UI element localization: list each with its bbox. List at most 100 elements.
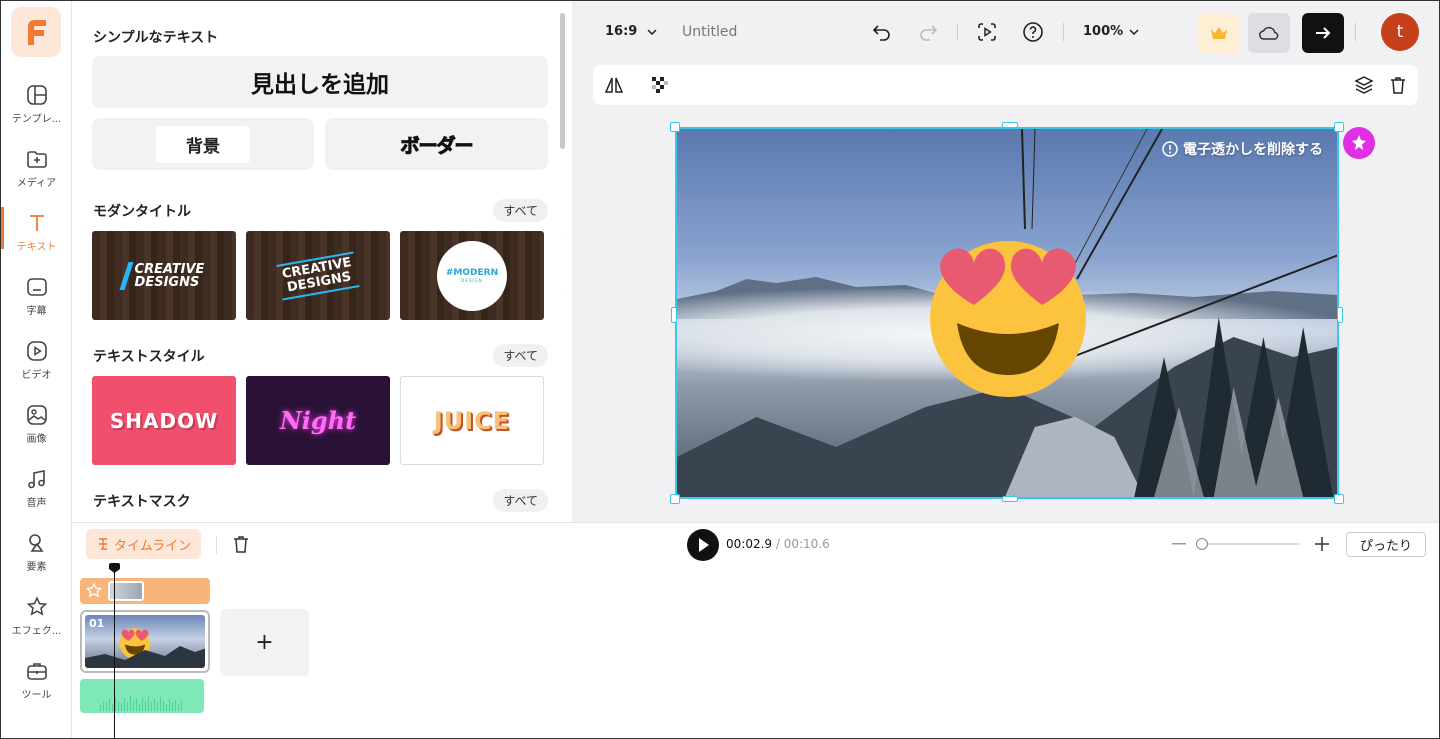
rail-label: メディア <box>16 178 57 189</box>
section-title-modern: モダンタイトル <box>93 204 191 220</box>
border-label: ボーダー <box>400 134 474 157</box>
rail-label: 要素 <box>26 562 47 573</box>
text-style-card-night[interactable]: Night <box>246 376 390 465</box>
background-text-button[interactable]: 背景 <box>92 118 314 170</box>
undo-icon[interactable] <box>872 22 892 42</box>
layers-icon[interactable] <box>1354 75 1374 95</box>
add-clip-button[interactable]: + <box>220 609 309 676</box>
see-all-modern-button[interactable]: すべて <box>493 199 548 222</box>
preview-icon[interactable] <box>976 21 998 43</box>
card-text: #MODERN <box>445 268 499 278</box>
section-title-simple: シンプルなテキスト <box>93 30 219 46</box>
cloud-save-button[interactable] <box>1248 13 1290 53</box>
heart-eyes-emoji-sticker[interactable] <box>927 235 1089 397</box>
resize-handle[interactable] <box>1337 307 1343 323</box>
resize-handle[interactable] <box>1334 494 1344 504</box>
play-icon <box>699 538 709 552</box>
redo-icon[interactable] <box>918 22 938 42</box>
rail-item-media[interactable]: メディア <box>1 147 72 203</box>
accent-bar <box>118 261 134 290</box>
cloud-icon <box>1259 26 1279 40</box>
project-name[interactable]: Untitled <box>682 24 737 40</box>
modern-title-card[interactable]: CREATIVE DESIGNS <box>92 231 236 320</box>
rail-item-tools[interactable]: ツール <box>1 659 72 715</box>
see-all-style-button[interactable]: すべて <box>493 344 548 367</box>
media-add-icon <box>26 151 47 168</box>
aspect-ratio-value: 16:9 <box>605 24 638 39</box>
modern-title-card[interactable]: #MODERN DESIGN <box>400 231 544 320</box>
text-icon <box>29 215 44 231</box>
section-title-style: テキストスタイル <box>93 349 205 365</box>
remove-watermark-link[interactable]: 電子透かしを削除する <box>1162 139 1323 159</box>
background-label: 背景 <box>156 125 250 163</box>
see-all-mask-button[interactable]: すべて <box>493 489 548 512</box>
template-icon <box>26 85 47 105</box>
video-track-clip[interactable]: 01 <box>80 610 210 673</box>
crown-icon <box>1211 27 1227 39</box>
zoom-out-icon[interactable] <box>1172 543 1186 545</box>
trash-icon[interactable] <box>1388 75 1408 95</box>
video-canvas[interactable]: 電子透かしを削除する <box>675 127 1339 499</box>
divider <box>957 23 958 41</box>
avatar[interactable]: t <box>1381 13 1419 51</box>
rail-label: ツール <box>21 690 52 701</box>
zoom-slider[interactable] <box>1196 538 1300 550</box>
resize-handle[interactable] <box>670 122 680 132</box>
text-panel: シンプルなテキスト 見出しを追加 背景 ボーダー モダンタイトル すべて CRE… <box>72 1 572 522</box>
rail-item-images[interactable]: 画像 <box>1 403 72 459</box>
playhead[interactable] <box>114 567 115 739</box>
rail-item-text[interactable]: テキスト <box>1 207 72 267</box>
effects-icon <box>26 596 47 616</box>
rail-label: エフェク... <box>11 626 62 637</box>
left-rail: テンプレ... メディア テキスト 字幕 ビデオ 画像 音声 要素 エフェク..… <box>1 1 72 738</box>
rail-label: 音声 <box>26 498 47 509</box>
export-button[interactable] <box>1302 13 1344 53</box>
trash-icon[interactable] <box>232 534 250 554</box>
resize-handle[interactable] <box>1002 122 1018 128</box>
modern-title-card[interactable]: CREATIVE DESIGNS <box>246 231 390 320</box>
total-duration: / 00:10.6 <box>775 537 830 551</box>
rail-item-video[interactable]: ビデオ <box>1 339 72 395</box>
rail-item-templates[interactable]: テンプレ... <box>1 83 72 139</box>
divider <box>1063 23 1064 41</box>
text-style-card-juice[interactable]: JUICE <box>400 376 544 465</box>
rail-item-subtitles[interactable]: 字幕 <box>1 275 72 331</box>
resize-handle[interactable] <box>1334 122 1344 132</box>
resize-handle[interactable] <box>1002 496 1018 502</box>
rail-item-audio[interactable]: 音声 <box>1 467 72 523</box>
rail-item-effects[interactable]: エフェク... <box>1 595 72 651</box>
app-logo[interactable] <box>11 7 61 57</box>
resize-handle[interactable] <box>670 494 680 504</box>
panel-scrollbar[interactable] <box>560 13 565 149</box>
object-toolbar <box>593 65 1418 105</box>
fit-button[interactable]: ぴったり <box>1346 532 1426 557</box>
rail-label: 画像 <box>26 434 47 445</box>
zoom-dropdown[interactable]: 100% <box>1083 24 1139 39</box>
aspect-ratio-dropdown[interactable]: 16:9 <box>605 24 657 39</box>
toolbox-icon <box>26 663 47 680</box>
timeline-toggle-button[interactable]: タイムライン <box>86 529 202 559</box>
top-toolbar: 16:9 Untitled 100% t <box>572 1 1439 63</box>
audio-waveform <box>100 695 182 711</box>
shapes-icon <box>28 534 44 552</box>
card-text: DESIGNS <box>134 274 200 290</box>
ai-badge-button[interactable] <box>1343 127 1375 159</box>
text-style-card-shadow[interactable]: SHADOW <box>92 376 236 465</box>
zoom-slider-thumb[interactable] <box>1196 538 1208 550</box>
forest-thumbnail <box>85 646 205 668</box>
border-text-button[interactable]: ボーダー <box>325 118 548 170</box>
resize-handle[interactable] <box>671 307 677 323</box>
help-icon[interactable] <box>1022 21 1044 43</box>
rail-item-elements[interactable]: 要素 <box>1 531 72 587</box>
sticker-track-clip[interactable] <box>80 578 210 604</box>
audio-track-clip[interactable] <box>80 679 204 713</box>
upgrade-button[interactable] <box>1198 13 1240 53</box>
play-button[interactable] <box>687 529 719 561</box>
transparency-icon[interactable] <box>652 77 668 93</box>
flip-icon[interactable] <box>604 76 624 94</box>
sparkle-icon <box>1352 135 1366 150</box>
zoom-in-icon[interactable] <box>1315 537 1329 551</box>
add-heading-button[interactable]: 見出しを追加 <box>92 56 548 108</box>
subtitle-icon <box>26 278 47 296</box>
chevron-down-icon <box>647 28 657 35</box>
